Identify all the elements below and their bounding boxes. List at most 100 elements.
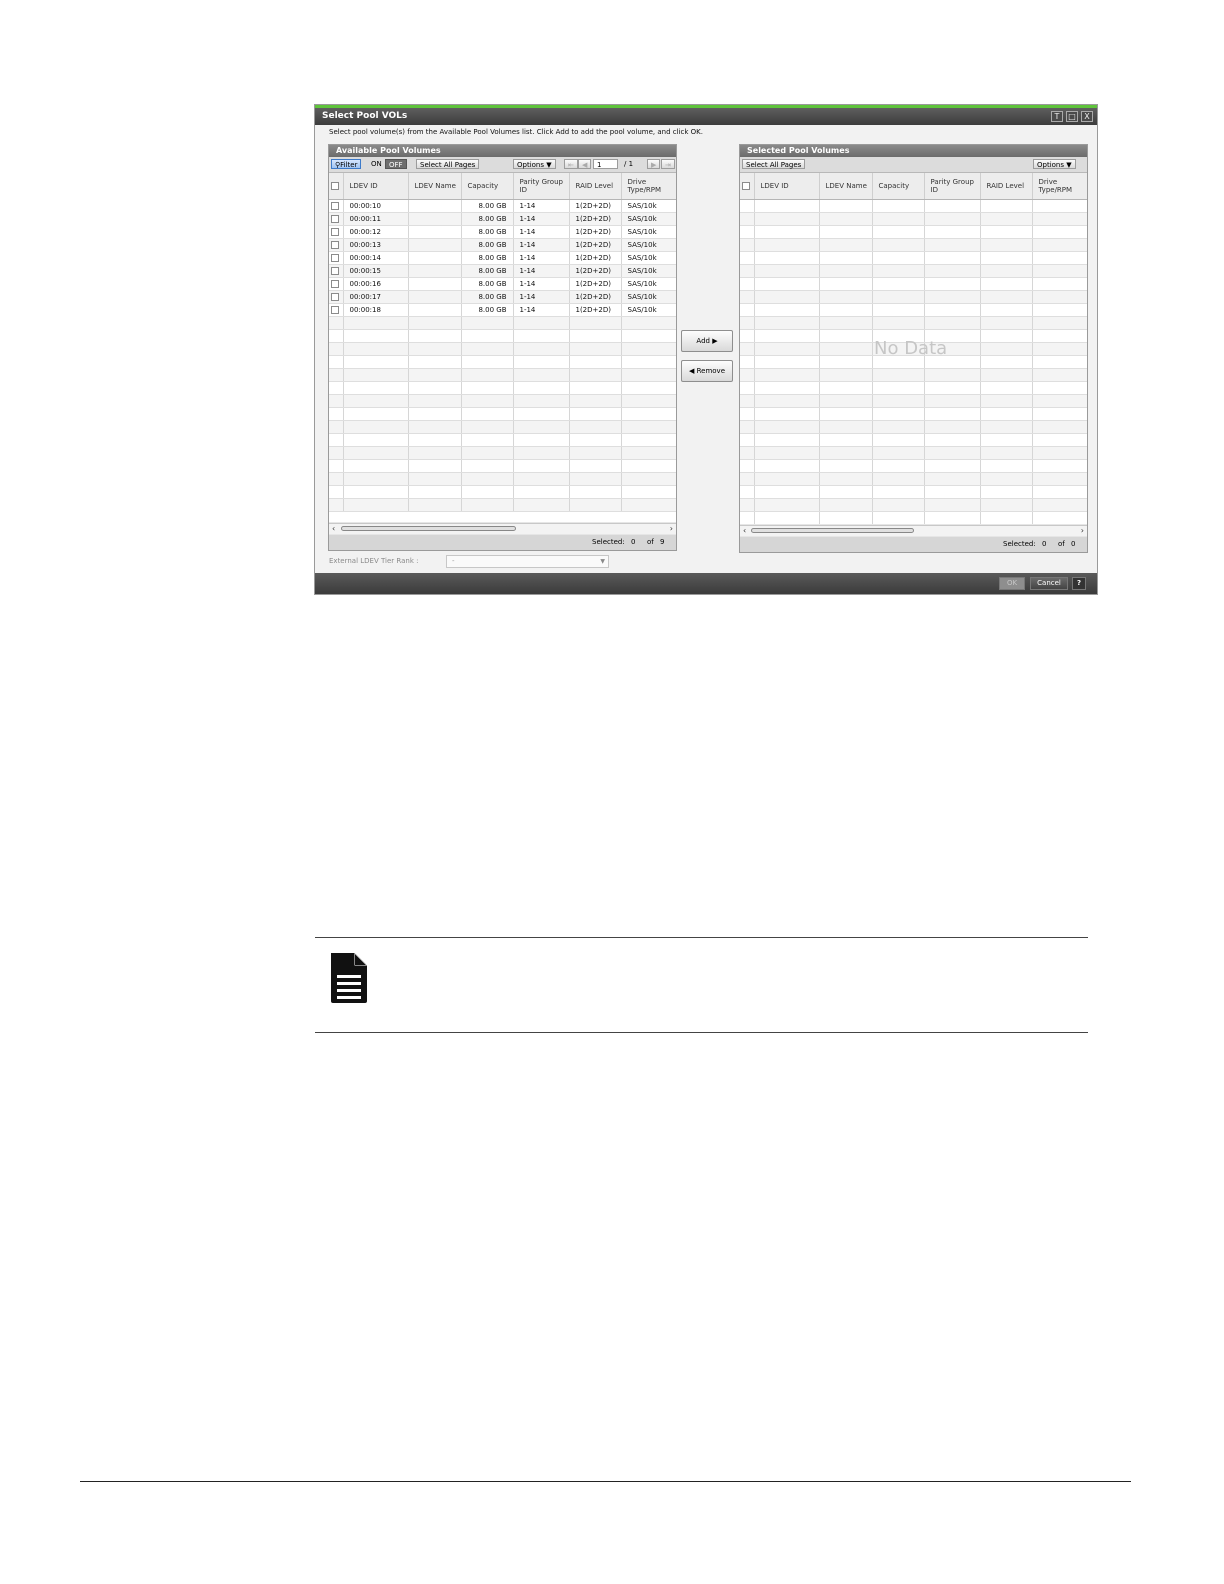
table-row[interactable]: 00:00:13 8.00 GB 1-14 1(2D+2D) SAS/10k <box>329 238 676 252</box>
col-capacity[interactable]: Capacity <box>461 173 514 200</box>
table-cell <box>872 212 925 226</box>
select-all-pages-button-right[interactable]: Select All Pages <box>742 159 806 169</box>
table-row[interactable]: 00:00:16 8.00 GB 1-14 1(2D+2D) SAS/10k <box>329 277 676 291</box>
select-all-pages-button[interactable]: Select All Pages <box>416 159 480 169</box>
add-button[interactable]: Add ▶ <box>681 330 733 352</box>
table-cell <box>819 277 873 291</box>
table-cell <box>569 485 622 499</box>
row-checkbox[interactable] <box>331 267 339 275</box>
table-row[interactable]: 00:00:10 8.00 GB 1-14 1(2D+2D) SAS/10k <box>329 199 676 213</box>
row-checkbox[interactable] <box>331 306 339 314</box>
table-cell <box>819 290 873 304</box>
table-cell <box>461 355 514 369</box>
table-cell <box>819 511 873 524</box>
row-checkbox[interactable] <box>331 215 339 223</box>
col-ldev-name[interactable]: LDEV Name <box>408 173 462 200</box>
table-cell <box>408 316 462 330</box>
col-ldev-id[interactable]: LDEV ID <box>754 173 820 200</box>
table-cell <box>872 238 925 252</box>
table-cell <box>924 277 981 291</box>
options-button-right[interactable]: Options ▼ <box>1033 159 1076 169</box>
available-panel-title: Available Pool Volumes <box>329 145 676 157</box>
table-cell: 1(2D+2D) <box>569 225 622 239</box>
table-row[interactable]: 00:00:18 8.00 GB 1-14 1(2D+2D) SAS/10k <box>329 303 676 317</box>
last-page-icon[interactable]: ⇥ <box>661 159 675 169</box>
maximize-icon[interactable]: □ <box>1066 111 1078 122</box>
table-cell <box>343 407 409 421</box>
table-cell <box>513 472 570 486</box>
table-cell: 8.00 GB <box>461 199 514 213</box>
table-row[interactable]: 00:00:14 8.00 GB 1-14 1(2D+2D) SAS/10k <box>329 251 676 265</box>
table-cell <box>740 446 755 460</box>
col-capacity[interactable]: Capacity <box>872 173 925 200</box>
remove-button[interactable]: ◀ Remove <box>681 360 733 382</box>
table-cell <box>408 498 462 512</box>
scroll-thumb[interactable] <box>341 526 516 531</box>
row-checkbox[interactable] <box>331 228 339 236</box>
first-page-icon[interactable]: ⇤ <box>564 159 578 169</box>
table-cell <box>343 485 409 499</box>
empty-row <box>740 251 1087 265</box>
dialog-title: Select Pool VOLs <box>322 111 408 121</box>
row-checkbox[interactable] <box>331 254 339 262</box>
prev-page-icon[interactable]: ◀ <box>578 159 592 169</box>
scroll-right-icon[interactable]: › <box>1081 526 1084 536</box>
close-icon[interactable]: X <box>1081 111 1093 122</box>
col-raid-level[interactable]: RAID Level <box>569 173 622 200</box>
table-cell <box>924 199 981 213</box>
table-cell <box>819 420 873 434</box>
col-ldev-name[interactable]: LDEV Name <box>819 173 873 200</box>
tier-rank-label: External LDEV Tier Rank : <box>329 557 419 565</box>
filter-on-toggle[interactable]: ON <box>368 159 385 169</box>
ok-button[interactable]: OK <box>999 577 1025 590</box>
cancel-button[interactable]: Cancel <box>1030 577 1068 590</box>
table-cell <box>621 342 676 356</box>
col-raid-level[interactable]: RAID Level <box>980 173 1033 200</box>
tier-rank-select[interactable]: - ▼ <box>446 555 609 568</box>
table-cell: 1(2D+2D) <box>569 264 622 278</box>
options-button[interactable]: Options ▼ <box>513 159 556 169</box>
col-drive-type[interactable]: Drive Type/RPM <box>621 173 676 200</box>
empty-row <box>740 407 1087 421</box>
col-ldev-id[interactable]: LDEV ID <box>343 173 409 200</box>
selected-hscroll[interactable]: ‹ › <box>740 525 1087 536</box>
row-checkbox[interactable] <box>331 280 339 288</box>
table-row[interactable]: 00:00:17 8.00 GB 1-14 1(2D+2D) SAS/10k <box>329 290 676 304</box>
scroll-thumb[interactable] <box>751 528 914 533</box>
available-hscroll[interactable]: ‹ › <box>329 523 676 534</box>
table-cell <box>740 511 755 524</box>
table-row[interactable]: 00:00:15 8.00 GB 1-14 1(2D+2D) SAS/10k <box>329 264 676 278</box>
table-cell <box>513 368 570 382</box>
scroll-left-icon[interactable]: ‹ <box>332 524 335 534</box>
row-checkbox[interactable] <box>331 241 339 249</box>
col-drive-type[interactable]: Drive Type/RPM <box>1032 173 1087 200</box>
table-row[interactable]: 00:00:11 8.00 GB 1-14 1(2D+2D) SAS/10k <box>329 212 676 226</box>
help-button[interactable]: ? <box>1072 577 1086 590</box>
empty-row <box>740 420 1087 434</box>
pin-icon[interactable]: T <box>1051 111 1063 122</box>
row-checkbox[interactable] <box>331 202 339 210</box>
scroll-left-icon[interactable]: ‹ <box>743 526 746 536</box>
table-cell <box>819 433 873 447</box>
col-parity-group[interactable]: Parity Group ID <box>513 173 570 200</box>
table-cell <box>408 485 462 499</box>
table-cell <box>872 433 925 447</box>
scroll-right-icon[interactable]: › <box>670 524 673 534</box>
col-parity-group[interactable]: Parity Group ID <box>924 173 981 200</box>
next-page-icon[interactable]: ▶ <box>647 159 661 169</box>
selected-label: Selected: <box>1003 540 1036 548</box>
table-cell <box>513 342 570 356</box>
filter-off-toggle[interactable]: OFF <box>385 159 407 169</box>
table-cell <box>754 329 820 343</box>
empty-row <box>740 238 1087 252</box>
table-row[interactable]: 00:00:12 8.00 GB 1-14 1(2D+2D) SAS/10k <box>329 225 676 239</box>
total-count: 0 <box>1071 540 1076 548</box>
table-cell <box>740 381 755 395</box>
select-all-checkbox-right[interactable] <box>742 182 750 190</box>
row-checkbox[interactable] <box>331 293 339 301</box>
table-cell <box>980 368 1033 382</box>
filter-button[interactable]: ⚲Filter <box>331 159 362 169</box>
table-cell: 1-14 <box>513 225 570 239</box>
select-all-checkbox[interactable] <box>331 182 339 190</box>
page-number-input[interactable]: 1 <box>593 159 618 169</box>
